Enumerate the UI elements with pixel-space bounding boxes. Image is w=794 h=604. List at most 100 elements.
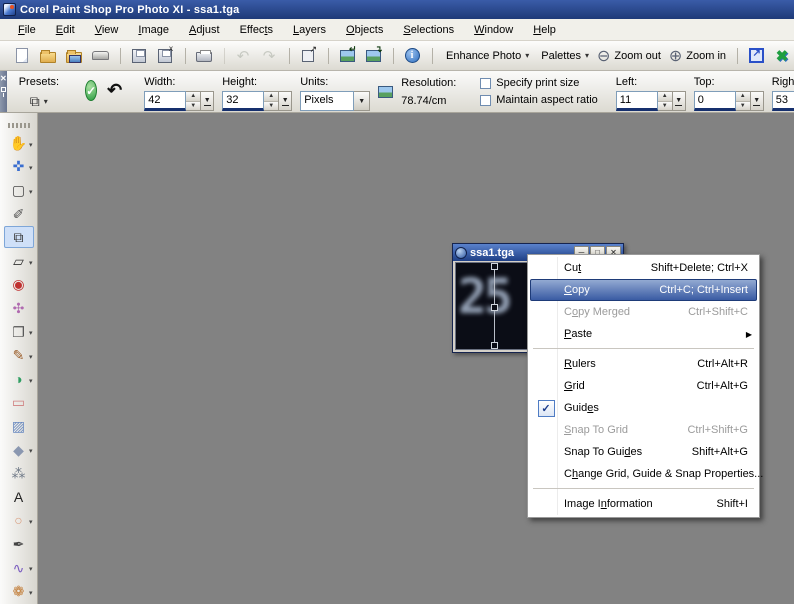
width-slider-button[interactable] — [201, 91, 214, 111]
palettes-button[interactable]: Palettes — [533, 44, 593, 68]
text-tool[interactable]: A — [4, 486, 34, 508]
flyout-arrow-icon — [29, 259, 33, 267]
move-tool[interactable]: ✜ — [4, 156, 34, 178]
undo-button[interactable] — [230, 44, 256, 68]
enhance-photo-button[interactable]: Enhance Photo — [438, 44, 533, 68]
image-information-item[interactable]: Image Information Shift+I — [530, 493, 757, 515]
tools-palette: ✋ ✜ ▢ ✐ ⧉ ▱ ◉ ✣ — [0, 113, 38, 604]
apply-button[interactable]: ✓ — [85, 80, 97, 101]
workspace-button[interactable] — [743, 44, 769, 68]
toolbar-button-icon — [40, 52, 56, 63]
snap-to-grid-item[interactable]: Snap To Grid Ctrl+Shift+G — [530, 419, 757, 441]
crop-handle-middle[interactable] — [491, 304, 498, 311]
save-button[interactable] — [126, 44, 152, 68]
maintain-aspect-ratio-checkbox[interactable] — [480, 95, 491, 106]
crop-handle-bottom[interactable] — [491, 342, 498, 349]
maintain-aspect-ratio-label: Maintain aspect ratio — [496, 94, 598, 106]
tool-icon: ○ — [14, 513, 22, 527]
height-slider-button[interactable] — [279, 91, 292, 111]
browse-button[interactable] — [61, 44, 87, 68]
menu-adjust[interactable]: Adjust — [179, 21, 230, 39]
left-spinner[interactable]: ▲▼ — [658, 91, 673, 111]
snap-to-guides-item[interactable]: Snap To Guides Shift+Alt+G — [530, 441, 757, 463]
presets-dropdown[interactable]: ⧉ ▾ — [19, 91, 59, 112]
tool-icon: ✒ — [13, 537, 25, 551]
dropper-tool[interactable]: ✐ — [4, 203, 34, 225]
top-spinner[interactable]: ▲▼ — [736, 91, 751, 111]
change-grid-properties-item[interactable]: Change Grid, Guide & Snap Properties... — [530, 463, 757, 485]
perspective-correction-tool[interactable]: ▱ — [4, 250, 34, 272]
tools-palette-grip[interactable] — [8, 123, 30, 128]
flood-fill-tool[interactable]: ◆ — [4, 439, 34, 461]
app-titlebar: Corel Paint Shop Pro Photo XI - ssa1.tga — [0, 0, 794, 19]
corel-button[interactable] — [769, 44, 794, 68]
save-as-button[interactable] — [152, 44, 178, 68]
top-label: Top: — [694, 76, 764, 88]
photo-import-button[interactable] — [334, 44, 360, 68]
makeover-tool[interactable]: ✣ — [4, 297, 34, 319]
color-changer-tool[interactable]: ◑ — [4, 368, 34, 390]
cut-item[interactable]: Cut Shift+Delete; Ctrl+X — [530, 257, 757, 279]
guides-item[interactable]: Guides — [530, 397, 757, 419]
menu-file[interactable]: File — [8, 21, 46, 39]
paint-brush-tool[interactable]: ✎ — [4, 344, 34, 366]
pan-tool[interactable]: ✋ — [4, 132, 34, 154]
menu-image[interactable]: Image — [128, 21, 179, 39]
specify-print-size-checkbox[interactable] — [480, 78, 491, 89]
units-select[interactable]: Pixels — [300, 91, 370, 111]
red-eye-tool[interactable]: ◉ — [4, 274, 34, 296]
airbrush-tool[interactable]: ⁂ — [4, 462, 34, 484]
height-input[interactable]: 32 — [222, 91, 264, 111]
crop-tool[interactable]: ⧉ — [4, 226, 34, 248]
width-spinner[interactable]: ▲▼ — [186, 91, 201, 111]
eraser-tool[interactable]: ▭ — [4, 392, 34, 414]
pin-palette-icon[interactable] — [1, 87, 6, 92]
scan-button[interactable] — [87, 44, 113, 68]
print-button[interactable] — [191, 44, 217, 68]
copy-item[interactable]: Copy Ctrl+C; Ctrl+Insert — [530, 279, 757, 301]
new-button[interactable] — [9, 44, 35, 68]
warp-brush-tool[interactable]: ∿ — [4, 557, 34, 579]
paste-item[interactable]: Paste — [530, 323, 757, 345]
photo-export-button[interactable] — [360, 44, 386, 68]
menu-objects[interactable]: Objects — [336, 21, 393, 39]
redo-button[interactable] — [256, 44, 282, 68]
clear-crop-button[interactable]: ↶ — [107, 80, 122, 112]
rulers-item[interactable]: Rulers Ctrl+Alt+R — [530, 353, 757, 375]
clone-brush-tool[interactable]: ❐ — [4, 321, 34, 343]
open-button[interactable] — [35, 44, 61, 68]
zoom-out-button[interactable]: Zoom out — [593, 44, 665, 68]
menu-effects[interactable]: Effects — [230, 21, 283, 39]
grid-item[interactable]: Grid Ctrl+Alt+G — [530, 375, 757, 397]
menu-layers[interactable]: Layers — [283, 21, 336, 39]
crop-handle-top[interactable] — [491, 263, 498, 270]
menu-window[interactable]: Window — [464, 21, 523, 39]
height-label: Height: — [222, 76, 292, 88]
top-input[interactable]: 0 — [694, 91, 736, 111]
toolbar-button-icon — [92, 51, 109, 60]
width-input[interactable]: 42 — [144, 91, 186, 111]
tool-icon: ▢ — [12, 183, 25, 197]
image-information-button[interactable] — [399, 44, 425, 68]
height-spinner[interactable]: ▲▼ — [264, 91, 279, 111]
preset-shape-tool[interactable]: ○ — [4, 510, 34, 532]
selection-tool[interactable]: ▢ — [4, 179, 34, 201]
resize-button[interactable] — [295, 44, 321, 68]
units-dropdown-icon[interactable] — [354, 91, 370, 111]
menu-help[interactable]: Help — [523, 21, 566, 39]
tool-icon: ✜ — [13, 159, 25, 173]
left-input[interactable]: 11 — [616, 91, 658, 111]
close-palette-icon[interactable]: ✕ — [0, 74, 7, 83]
top-slider-button[interactable] — [751, 91, 764, 111]
left-slider-button[interactable] — [673, 91, 686, 111]
copy-merged-item[interactable]: Copy Merged Ctrl+Shift+C — [530, 301, 757, 323]
menu-edit[interactable]: Edit — [46, 21, 85, 39]
menubar: File Edit View Image Adjust Effects Laye… — [0, 19, 794, 41]
background-eraser-tool[interactable]: ▨ — [4, 415, 34, 437]
menu-view[interactable]: View — [85, 21, 129, 39]
menu-selections[interactable]: Selections — [393, 21, 464, 39]
art-media-tool[interactable]: ❁ — [4, 580, 34, 602]
zoom-in-button[interactable]: Zoom in — [665, 44, 730, 68]
right-input[interactable]: 53 — [772, 91, 794, 111]
pen-tool[interactable]: ✒ — [4, 533, 34, 555]
